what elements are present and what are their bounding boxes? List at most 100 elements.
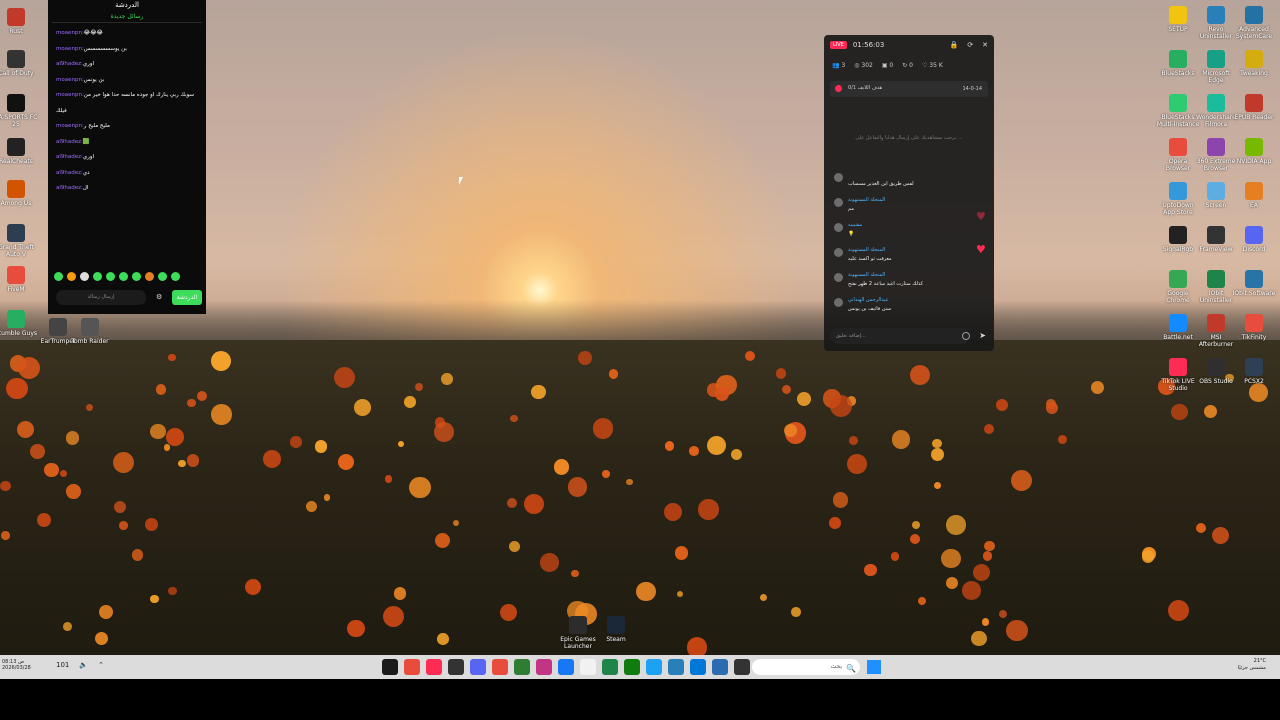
chat-username[interactable]: moaenpn: — [56, 123, 84, 129]
desktop-shortcut[interactable]: FiveM — [0, 266, 38, 293]
desktop-shortcut[interactable]: Among Us — [0, 180, 38, 207]
tiktok-icon[interactable] — [426, 659, 442, 675]
obs-icon[interactable] — [448, 659, 464, 675]
emoji-icon[interactable] — [158, 272, 167, 281]
desktop-shortcut[interactable]: EPUB Reader — [1232, 94, 1276, 121]
emoji-icon[interactable] — [93, 272, 102, 281]
gear-icon[interactable]: ⚙ — [156, 293, 164, 301]
desktop-shortcut[interactable]: Steam — [594, 616, 638, 643]
flower — [849, 435, 859, 445]
avatar[interactable] — [834, 198, 843, 207]
emoji-icon[interactable] — [67, 272, 76, 281]
app-icon — [7, 138, 25, 156]
desktop-shortcut[interactable]: Rust — [0, 8, 38, 35]
desktop-shortcut[interactable]: Discord — [1232, 226, 1276, 253]
explorer-icon[interactable] — [690, 659, 706, 675]
emoji-bar[interactable] — [54, 272, 198, 282]
chat-message-input[interactable]: إرسال رسالة — [56, 290, 146, 305]
chat-username[interactable]: al9hadez: — [56, 185, 83, 191]
live-comment: المنجلة المستهونة كذلك ستارت اغيد ساعة 2 … — [834, 272, 984, 294]
desktop-shortcut[interactable]: Stumble Guys — [0, 310, 38, 337]
chat-username[interactable]: moaenpn: — [56, 77, 84, 83]
live-stat: ◎ 302 — [854, 62, 873, 69]
speaker-icon[interactable]: 🔈 — [79, 661, 88, 669]
live-timer: 01:56:03 — [852, 41, 885, 49]
flower — [1211, 526, 1230, 544]
comment-username[interactable]: مشبيبه — [848, 222, 862, 228]
record-icon[interactable] — [492, 659, 508, 675]
desktop-shortcut[interactable]: EA SPORTS FC 25 — [0, 94, 38, 128]
start-button[interactable] — [867, 660, 881, 674]
app-icon — [569, 616, 587, 634]
chat-username[interactable]: moaenpn: — [56, 30, 84, 36]
comment-username[interactable]: المنجلة المستهونة — [848, 197, 885, 203]
desktop-shortcut[interactable]: Advanced SystemCare — [1232, 6, 1276, 40]
facebook-icon[interactable] — [558, 659, 574, 675]
app-icon[interactable] — [668, 659, 684, 675]
emoji-icon[interactable] — [145, 272, 154, 281]
chat-username[interactable]: al9hadez: — [56, 170, 83, 176]
emoji-icon[interactable] — [132, 272, 141, 281]
emoji-icon[interactable] — [962, 332, 970, 340]
flower — [890, 552, 900, 561]
discord-icon[interactable] — [470, 659, 486, 675]
chat-username[interactable]: al9hadez: — [56, 139, 83, 145]
app-icon — [7, 180, 25, 198]
emoji-icon[interactable] — [119, 272, 128, 281]
chat-send-button[interactable]: الدردشة — [172, 290, 202, 305]
xbox-icon[interactable] — [624, 659, 640, 675]
comment-input[interactable]: إضافة تعليق... — [830, 328, 970, 344]
weather-widget[interactable]: 21°C مشمس جزئيًا — [1238, 658, 1266, 672]
desktop-shortcut[interactable]: NVIDIA App — [1232, 138, 1276, 165]
tiktok-studio-icon[interactable] — [382, 659, 398, 675]
chat-text: سوبك ربي ينارك او جوده مانسه حدا هوا خير… — [83, 92, 195, 98]
instagram-icon[interactable] — [536, 659, 552, 675]
live-stat: ♡ 35 K — [922, 62, 943, 69]
emoji-icon[interactable] — [80, 272, 89, 281]
desktop-shortcut[interactable]: Call of Duty — [0, 50, 38, 77]
desktop-shortcut[interactable]: RealCheats — [0, 138, 38, 165]
notepad-icon[interactable] — [580, 659, 596, 675]
avatar[interactable] — [834, 248, 843, 257]
desktop-shortcut[interactable]: Tomb Raider — [68, 318, 112, 345]
nvidia-icon[interactable] — [602, 659, 618, 675]
avatar[interactable] — [834, 273, 843, 282]
chat-text: بن يوسسسسسس — [83, 45, 127, 52]
emoji-icon[interactable] — [106, 272, 115, 281]
desktop-shortcut[interactable]: TikFinity — [1232, 314, 1276, 341]
send-icon[interactable]: ➤ — [979, 331, 986, 340]
chat-username[interactable]: al9hadez: — [56, 61, 83, 67]
comment-username[interactable]: المنجلة المستهونة — [848, 247, 885, 253]
tray-item[interactable]: 101 — [56, 661, 69, 669]
refresh-icon[interactable]: ⟳ — [967, 41, 973, 49]
tikfinity-icon[interactable] — [404, 659, 420, 675]
emoji-icon[interactable] — [171, 272, 180, 281]
desktop-shortcut[interactable]: Tweaking — [1232, 50, 1276, 77]
chevron-up-icon[interactable]: ⌃ — [98, 661, 104, 669]
edge-icon[interactable] — [712, 659, 728, 675]
search-box[interactable]: بحث 🔍 — [752, 659, 860, 675]
telegram-icon[interactable] — [646, 659, 662, 675]
emoji-icon[interactable] — [54, 272, 63, 281]
chat-username[interactable]: moaenpn: — [56, 92, 84, 98]
terminal-icon[interactable] — [734, 659, 750, 675]
chat-username[interactable]: al9hadez: — [56, 154, 83, 160]
comment-username[interactable]: عبدالرحمن الهنداني — [848, 297, 888, 303]
chat-username[interactable]: moaenpn: — [56, 46, 84, 52]
close-icon[interactable]: ✕ — [982, 41, 988, 49]
flower — [602, 470, 611, 478]
desktop-shortcut[interactable]: IObit Software — [1232, 270, 1276, 297]
system-tray[interactable]: 101 🔈 ⌃ — [56, 661, 104, 669]
desktop-shortcut[interactable]: Grand Theft Auto V — [0, 224, 38, 258]
desktop-shortcut[interactable]: EA — [1232, 182, 1276, 209]
clock[interactable]: 08:13 ص 2026/03/28 — [2, 659, 31, 671]
avatar[interactable] — [834, 298, 843, 307]
lock-icon[interactable]: 🔒 — [950, 41, 959, 49]
comment-username[interactable]: المنجلة المستهونة — [848, 272, 885, 278]
live-stat: 👥 3 — [832, 62, 845, 69]
avatar[interactable] — [834, 223, 843, 232]
flower — [66, 484, 81, 499]
desktop-shortcut[interactable]: PCSX2 — [1232, 358, 1276, 385]
excel-icon[interactable] — [514, 659, 530, 675]
avatar[interactable] — [834, 173, 843, 182]
